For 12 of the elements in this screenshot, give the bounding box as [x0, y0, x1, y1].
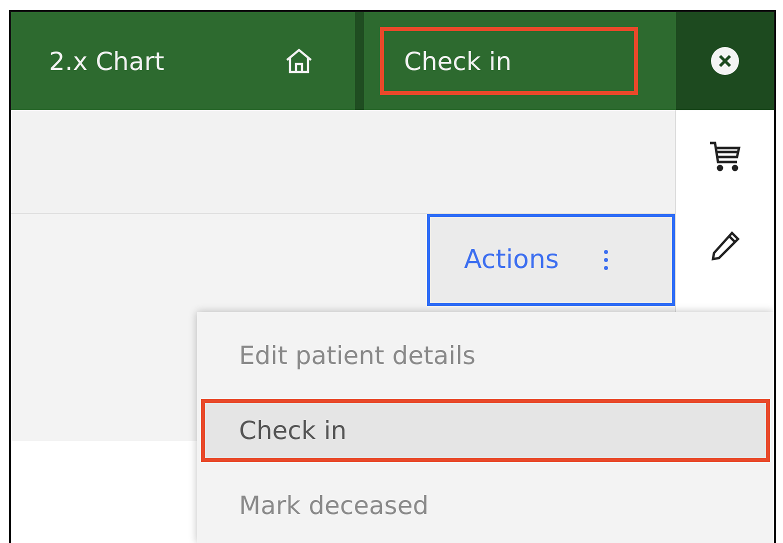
cart-icon[interactable] — [708, 140, 742, 172]
menu-item[interactable]: Check in — [201, 399, 770, 462]
menu-item[interactable]: Mark deceased — [201, 474, 770, 537]
current-page-label: Check in — [380, 27, 638, 95]
close-icon — [710, 46, 740, 76]
actions-button[interactable]: Actions — [427, 214, 675, 306]
close-button[interactable] — [676, 12, 774, 110]
home-icon[interactable] — [285, 48, 313, 74]
app-title: 2.x Chart — [48, 46, 166, 76]
menu-item[interactable]: Edit patient details — [201, 324, 770, 387]
overflow-menu-icon — [602, 249, 609, 271]
pencil-icon[interactable] — [710, 230, 740, 262]
